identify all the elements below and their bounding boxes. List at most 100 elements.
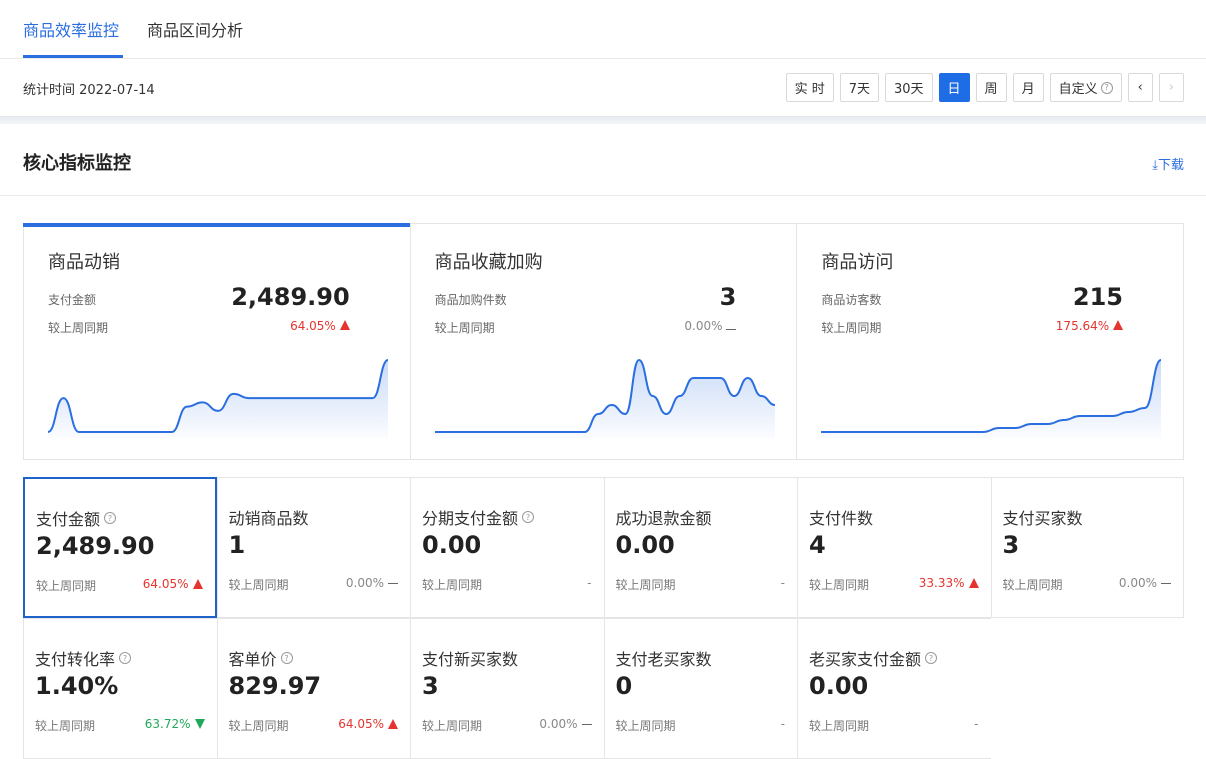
card-metric-value: 3	[719, 283, 737, 311]
metric-label-text: 支付转化率	[35, 650, 116, 669]
arrow-up-icon	[388, 719, 398, 729]
metric-label: 动销商品数	[229, 505, 309, 529]
flat-dash-icon	[726, 329, 737, 330]
metrics-row: 支付转化率? 1.40% 较上周同期 63.72% 客单价? 829.97 较上周同期 64.…	[23, 618, 1184, 759]
metric-compare-pct: 0.00%	[539, 717, 578, 731]
metric-cell[interactable]: 支付新买家数 3 较上周同期 0.00%	[410, 618, 604, 759]
period-7d-button[interactable]: 7天	[839, 73, 879, 102]
help-icon[interactable]: ?	[280, 652, 293, 664]
card-metric-label: 商品加购件数	[434, 293, 507, 307]
help-icon[interactable]: ?	[119, 652, 132, 664]
metric-label-text: 客单价	[228, 650, 277, 669]
section-header: 核心指标监控 ⤓下载	[0, 124, 1206, 196]
metrics-row: 支付金额? 2,489.90 较上周同期 64.05% 动销商品数 1 较上周同期 0.00%…	[23, 477, 1184, 618]
stat-time: 统计时间 2022-07-14	[23, 83, 155, 98]
metric-cell-empty	[991, 618, 1185, 759]
metric-compare-value: -	[781, 717, 785, 731]
metric-compare-label: 较上周同期	[615, 719, 676, 733]
summary-card-cart[interactable]: 商品收藏加购 商品加购件数 3 较上周同期 0.00%	[411, 224, 798, 459]
metric-compare-pct: 64.05%	[338, 717, 384, 731]
metric-value: 3	[1002, 531, 1020, 559]
metric-compare-label: 较上周同期	[36, 579, 97, 593]
metric-compare-value: 64.05%	[143, 577, 203, 591]
metric-compare-label: 较上周同期	[422, 578, 483, 592]
metric-label-text: 支付老买家数	[615, 650, 712, 669]
metric-cell[interactable]: 客单价? 829.97 较上周同期 64.05%	[216, 618, 410, 759]
summary-card-sales[interactable]: 商品动销 支付金额 2,489.90 较上周同期 64.05%	[23, 223, 411, 459]
section-title: 核心指标监控	[23, 153, 131, 174]
arrow-up-icon	[339, 320, 350, 330]
summary-card-visits[interactable]: 商品访问 商品访客数 215 较上周同期 175.64%	[797, 224, 1183, 459]
metric-compare-value: -	[587, 576, 591, 590]
metric-cell[interactable]: 老买家支付金额? 0.00 较上周同期 -	[797, 618, 991, 759]
period-selector: 实 时 7天 30天 日 周 月 自定义 ? ‹ ›	[785, 73, 1184, 102]
metric-label-text: 支付金额	[36, 510, 101, 529]
top-tabs: 商品效率监控 商品区间分析	[0, 0, 1206, 59]
time-bar: 统计时间 2022-07-14 实 时 7天 30天 日 周 月 自定义 ? ‹…	[0, 59, 1206, 117]
card-title: 商品收藏加购	[434, 252, 543, 273]
arrow-up-icon	[192, 579, 203, 589]
card-compare-pct: 64.05%	[290, 319, 336, 333]
active-tab-indicator	[23, 55, 123, 58]
card-metric-value: 215	[1072, 283, 1124, 311]
metric-cell[interactable]: 支付买家数 3 较上周同期 0.00%	[990, 477, 1184, 618]
period-week-button[interactable]: 周	[975, 73, 1007, 102]
next-date-button[interactable]: ›	[1158, 73, 1184, 102]
metric-compare-label: 较上周同期	[615, 578, 676, 592]
metric-value: 1	[228, 531, 246, 559]
card-compare-value: 175.64%	[1056, 319, 1124, 333]
sparkline-chart	[48, 359, 388, 438]
metric-compare-label: 较上周同期	[422, 719, 483, 733]
metric-compare-pct: -	[587, 576, 592, 590]
metric-label-text: 动销商品数	[228, 509, 309, 528]
metric-cell[interactable]: 支付件数 4 较上周同期 33.33%	[797, 477, 991, 618]
metric-cell[interactable]: 支付转化率? 1.40% 较上周同期 63.72%	[23, 618, 217, 759]
sparkline-area	[434, 360, 775, 438]
period-custom-button[interactable]: 自定义 ?	[1049, 73, 1122, 102]
period-month-button[interactable]: 月	[1012, 73, 1044, 102]
metric-label: 分期支付金额?	[422, 505, 535, 529]
period-day-button[interactable]: 日	[938, 73, 970, 102]
card-metric-value: 2,489.90	[231, 283, 350, 311]
metric-compare-value: 33.33%	[919, 576, 979, 590]
card-compare-label: 较上周同期	[821, 321, 882, 335]
metric-cell[interactable]: 分期支付金额? 0.00 较上周同期 -	[410, 477, 604, 618]
metric-compare-label: 较上周同期	[809, 578, 870, 592]
card-compare-value: 0.00%	[684, 319, 737, 333]
metric-compare-pct: -	[974, 717, 979, 731]
tab-efficiency-monitor[interactable]: 商品效率监控	[23, 17, 119, 41]
metric-value: 0.00	[615, 531, 675, 559]
metric-cell[interactable]: 支付金额? 2,489.90 较上周同期 64.05%	[23, 477, 217, 618]
metric-compare-value: 0.00%	[539, 717, 592, 731]
help-icon[interactable]: ?	[522, 511, 535, 523]
flat-dash-icon	[388, 582, 398, 584]
metric-cell[interactable]: 支付老买家数 0 较上周同期 -	[603, 618, 797, 759]
tab-range-analysis[interactable]: 商品区间分析	[147, 17, 243, 41]
card-metric-label: 支付金额	[48, 293, 97, 307]
metric-compare-label: 较上周同期	[35, 719, 96, 733]
help-icon[interactable]: ?	[104, 512, 117, 524]
metric-label: 支付新买家数	[422, 646, 518, 670]
period-realtime-button[interactable]: 实 时	[785, 73, 834, 102]
period-custom-label: 自定义	[1058, 82, 1098, 97]
metric-label-text: 支付新买家数	[422, 650, 519, 669]
metric-value: 829.97	[228, 672, 322, 700]
metric-compare-pct: 33.33%	[918, 576, 965, 590]
metric-label: 支付买家数	[1003, 505, 1083, 529]
metric-label-text: 成功退款金额	[615, 509, 712, 528]
metric-label-text: 分期支付金额	[422, 509, 519, 528]
metric-value: 2,489.90	[36, 532, 155, 560]
prev-date-button[interactable]: ‹	[1127, 73, 1153, 102]
metric-value: 3	[422, 672, 439, 700]
metric-compare-label: 较上周同期	[228, 719, 289, 733]
metric-compare-pct: -	[780, 717, 785, 731]
metric-compare-pct: 0.00%	[345, 576, 384, 590]
help-icon[interactable]: ?	[925, 652, 938, 664]
metric-compare-value: 64.05%	[338, 717, 398, 731]
metric-compare-value: 0.00%	[346, 576, 398, 590]
period-30d-button[interactable]: 30天	[884, 73, 933, 102]
metric-cell[interactable]: 成功退款金额 0.00 较上周同期 -	[603, 477, 797, 618]
metric-cell[interactable]: 动销商品数 1 较上周同期 0.00%	[216, 477, 410, 618]
download-link[interactable]: ⤓下载	[1152, 154, 1184, 173]
arrow-up-icon	[1113, 320, 1124, 330]
